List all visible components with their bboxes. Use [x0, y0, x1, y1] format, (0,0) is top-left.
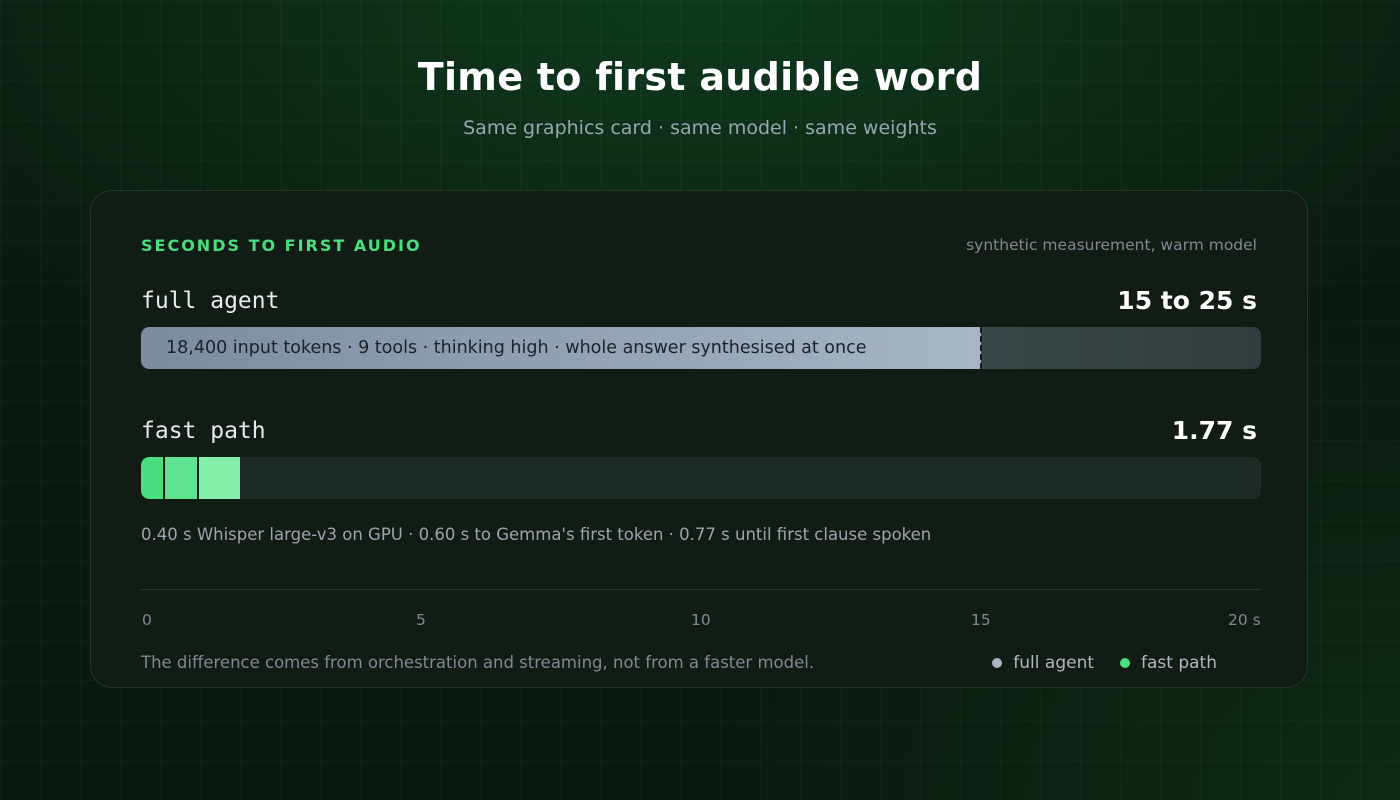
legend-dot-full-agent — [992, 658, 1003, 668]
full-agent-bar-track: 18,400 input tokens · 9 tools · thinking… — [141, 327, 1261, 369]
x-axis-line — [141, 589, 1261, 590]
legend: full agent fast path — [992, 653, 1217, 673]
chart-card: SECONDS TO FIRST AUDIO synthetic measure… — [90, 190, 1308, 688]
x-tick-label: 20 s — [1228, 611, 1261, 629]
legend-label-fast-path: fast path — [1141, 653, 1217, 673]
fast-path-segment-2 — [163, 457, 197, 499]
fast-path-segment-1 — [141, 457, 164, 499]
measurement-note: synthetic measurement, warm model — [966, 236, 1257, 254]
x-tick-label: 0 — [142, 611, 152, 629]
full-agent-bar-annotation: 18,400 input tokens · 9 tools · thinking… — [166, 338, 867, 358]
section-label: SECONDS TO FIRST AUDIO — [141, 236, 422, 255]
fast-path-label: fast path — [141, 418, 266, 444]
full-agent-value: 15 to 25 s — [1117, 286, 1257, 315]
x-tick-label: 15 — [971, 611, 991, 629]
page-subtitle: Same graphics card · same model · same w… — [463, 117, 937, 139]
legend-item-fast-path: fast path — [1120, 653, 1217, 673]
fast-path-breakdown: 0.40 s Whisper large-v3 on GPU · 0.60 s … — [141, 525, 932, 544]
legend-item-full-agent: full agent — [992, 653, 1094, 673]
fast-path-value: 1.77 s — [1171, 416, 1257, 445]
fast-path-bar-track — [141, 457, 1261, 499]
full-agent-label: full agent — [141, 288, 280, 314]
x-tick-label: 10 — [691, 611, 711, 629]
bottom-note: The difference comes from orchestration … — [141, 653, 815, 672]
page-title: Time to first audible word — [417, 55, 983, 99]
fast-path-segment-3 — [197, 457, 241, 499]
x-tick-label: 5 — [416, 611, 426, 629]
legend-dot-fast-path — [1120, 658, 1131, 668]
legend-label-full-agent: full agent — [1013, 653, 1095, 673]
full-agent-range-bar — [981, 327, 1261, 369]
full-agent-range-start-marker — [980, 327, 982, 369]
